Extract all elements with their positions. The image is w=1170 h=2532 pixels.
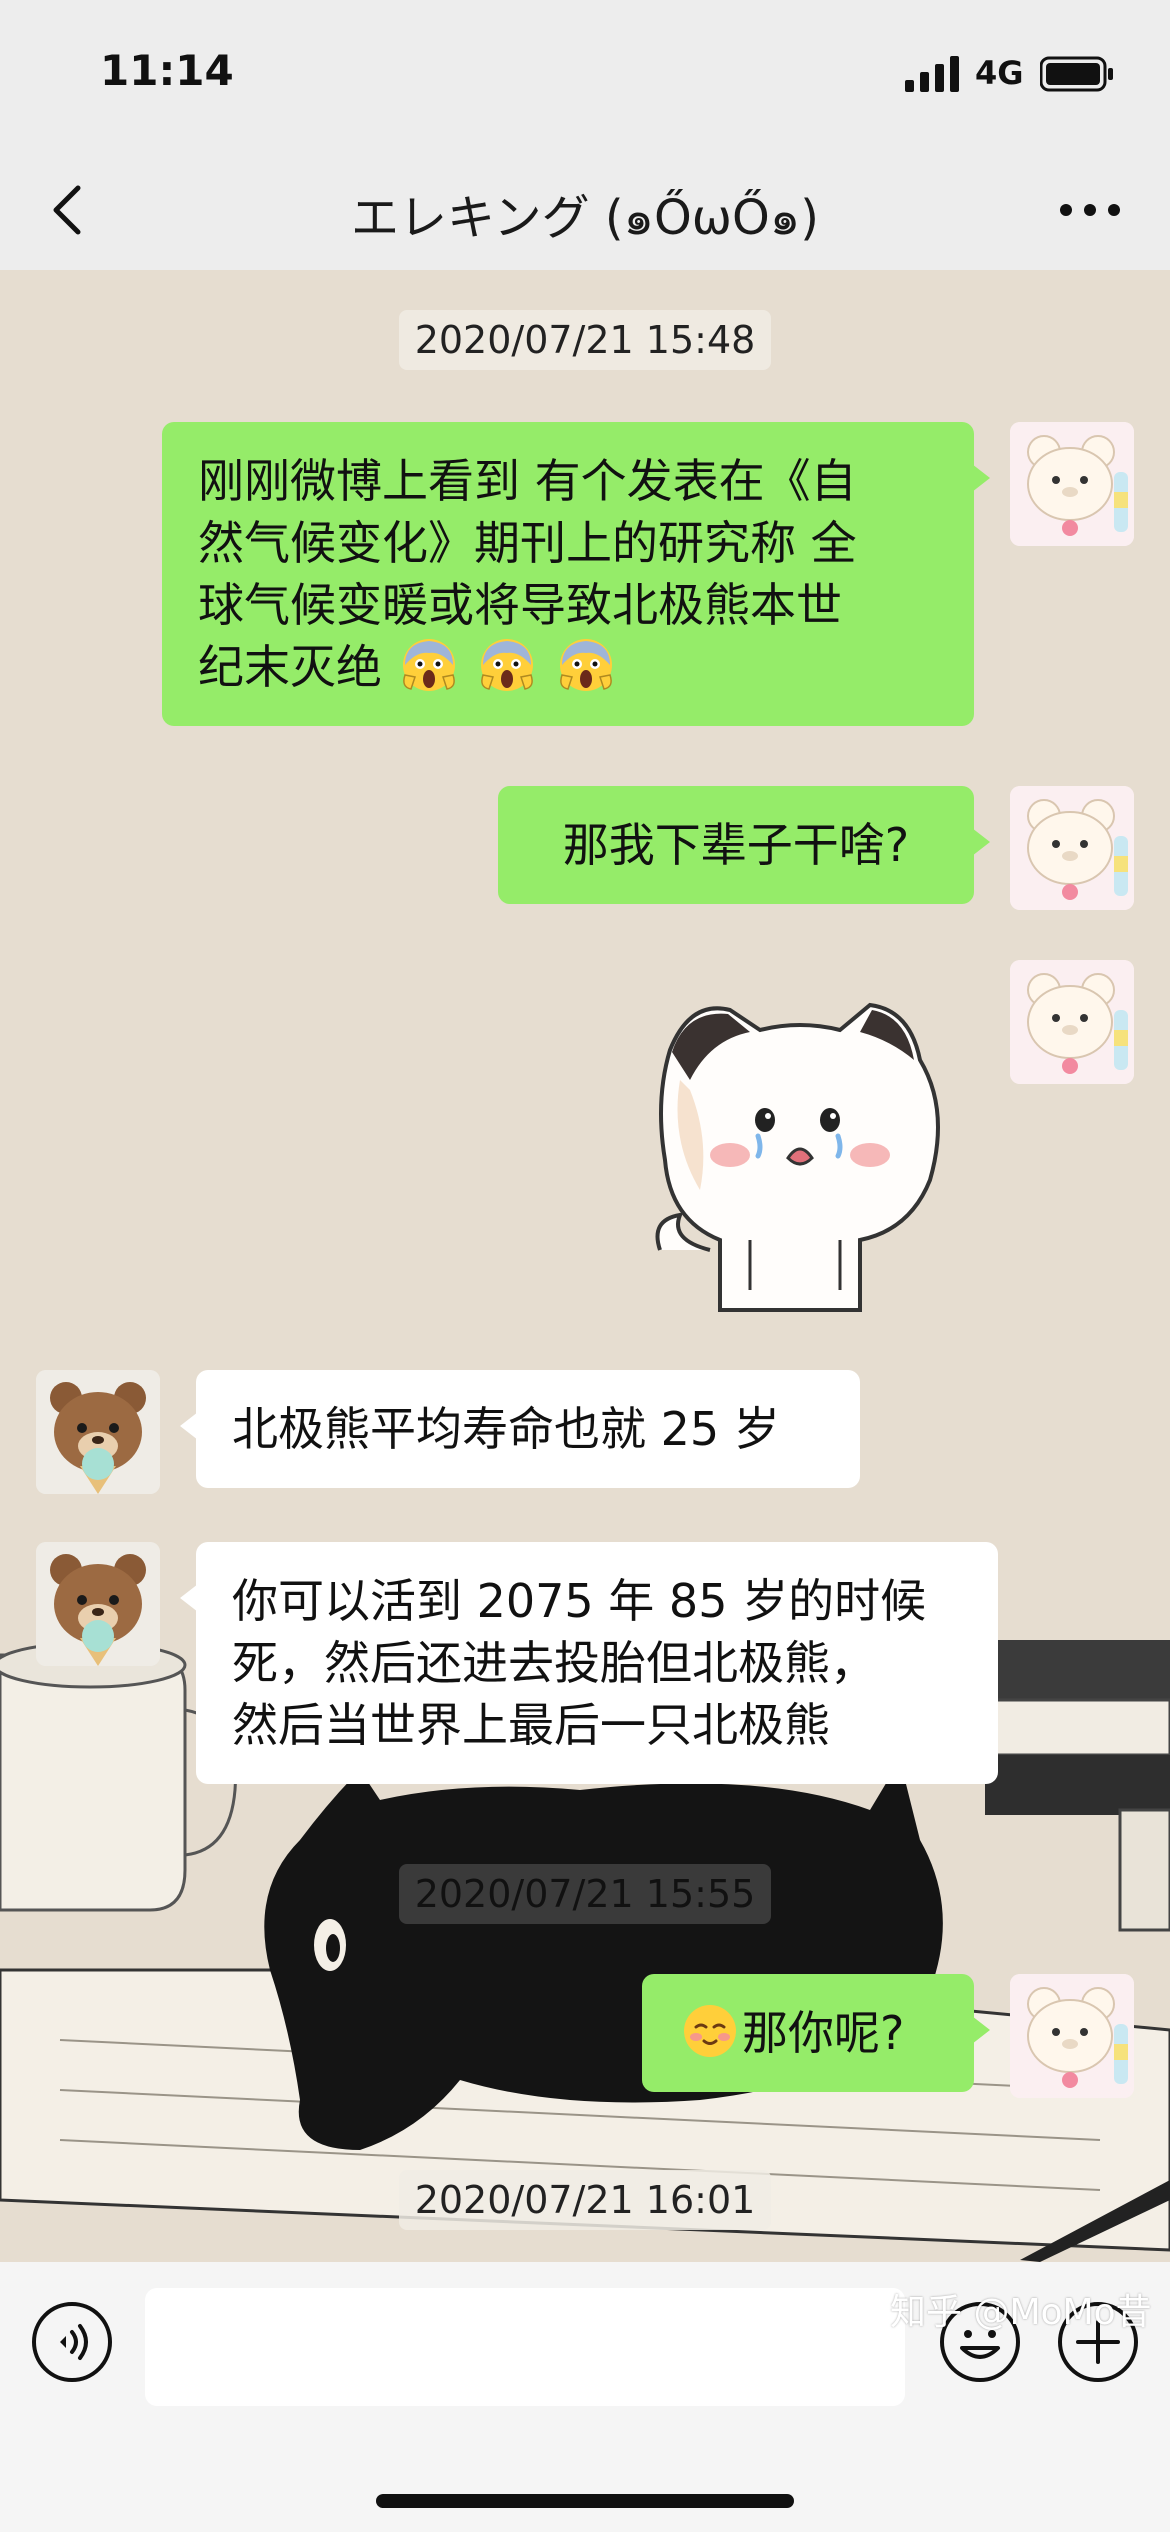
avatar-self[interactable] [1010,1974,1134,2098]
message-bubble-outgoing[interactable]: 那我下辈子干啥? [498,786,990,904]
home-indicator[interactable] [376,2494,794,2508]
message-bubble-outgoing[interactable]: 那你呢? [642,1974,990,2092]
message-text: 那你呢? [742,2006,905,2060]
brown-bear-avatar-icon [36,1370,160,1494]
bear-avatar-icon [1010,960,1134,1084]
message-line: 刚刚微博上看到 有个发表在《自 [198,454,857,508]
signal-icon [905,56,959,92]
scream-emoji-icon [559,639,612,691]
bear-avatar-icon [1010,786,1134,910]
avatar-contact[interactable] [36,1542,160,1666]
crying-cat-sticker[interactable] [650,990,950,1320]
timestamp: 2020/07/21 15:48 [0,310,1170,370]
nav-bar: エレキング (๑ŐωŐ๑) [0,150,1170,270]
avatar-self[interactable] [1010,422,1134,546]
status-bar: 11:14 4G [0,0,1170,150]
message-line: 你可以活到 2075 年 85 岁的时候 [232,1574,927,1628]
message-input[interactable] [145,2288,905,2406]
message-line: 球气候变暖或将导致北极熊本世 [198,578,842,632]
message-text: 北极熊平均寿命也就 25 岁 [232,1402,780,1456]
bear-avatar-icon [1010,1974,1134,2098]
message-line: 纪末灭绝 [198,640,382,694]
message-line: 然后当世界上最后一只北极熊 [232,1698,830,1752]
avatar-self[interactable] [1010,960,1134,1084]
chat-title: エレキング (๑ŐωŐ๑) [351,190,819,246]
network-label: 4G [975,54,1024,92]
bear-avatar-icon [1010,422,1134,546]
battery-icon [1040,56,1113,92]
brown-bear-avatar-icon [36,1542,160,1666]
message-line: 死，然后还进去投胎但北极熊， [232,1636,876,1690]
message-bubble-incoming[interactable]: 北极熊平均寿命也就 25 岁 [180,1370,860,1488]
status-time: 11:14 [100,46,234,95]
message-bubble-incoming[interactable]: 你可以活到 2075 年 85 岁的时候 死，然后还进去投胎但北极熊， 然后当世… [180,1542,998,1784]
back-arrow-icon[interactable] [40,180,100,240]
watermark: 知乎 @MoMo昔 [890,2292,1152,2333]
avatar-self[interactable] [1010,786,1134,910]
message-bubble-outgoing[interactable]: 刚刚微博上看到 有个发表在《自 然气候变化》期刊上的研究称 全 球气候变暖或将导… [162,422,990,726]
scream-emoji-icon [402,639,455,691]
timestamp: 2020/07/21 16:01 [0,2170,1170,2230]
timestamp: 2020/07/21 15:55 [0,1864,1170,1924]
message-line: 然气候变化》期刊上的研究称 全 [198,516,857,570]
message-text: 那我下辈子干啥? [562,818,910,872]
more-options-icon[interactable] [1050,180,1130,240]
voice-input-icon[interactable] [30,2300,114,2384]
avatar-contact[interactable] [36,1370,160,1494]
chat-area[interactable]: 2020/07/21 15:48 刚刚微博上看到 有个发表在《自 然气候变化》期… [0,270,1170,2262]
scream-emoji-icon [481,639,534,691]
shy-smile-emoji-icon [684,2005,736,2057]
